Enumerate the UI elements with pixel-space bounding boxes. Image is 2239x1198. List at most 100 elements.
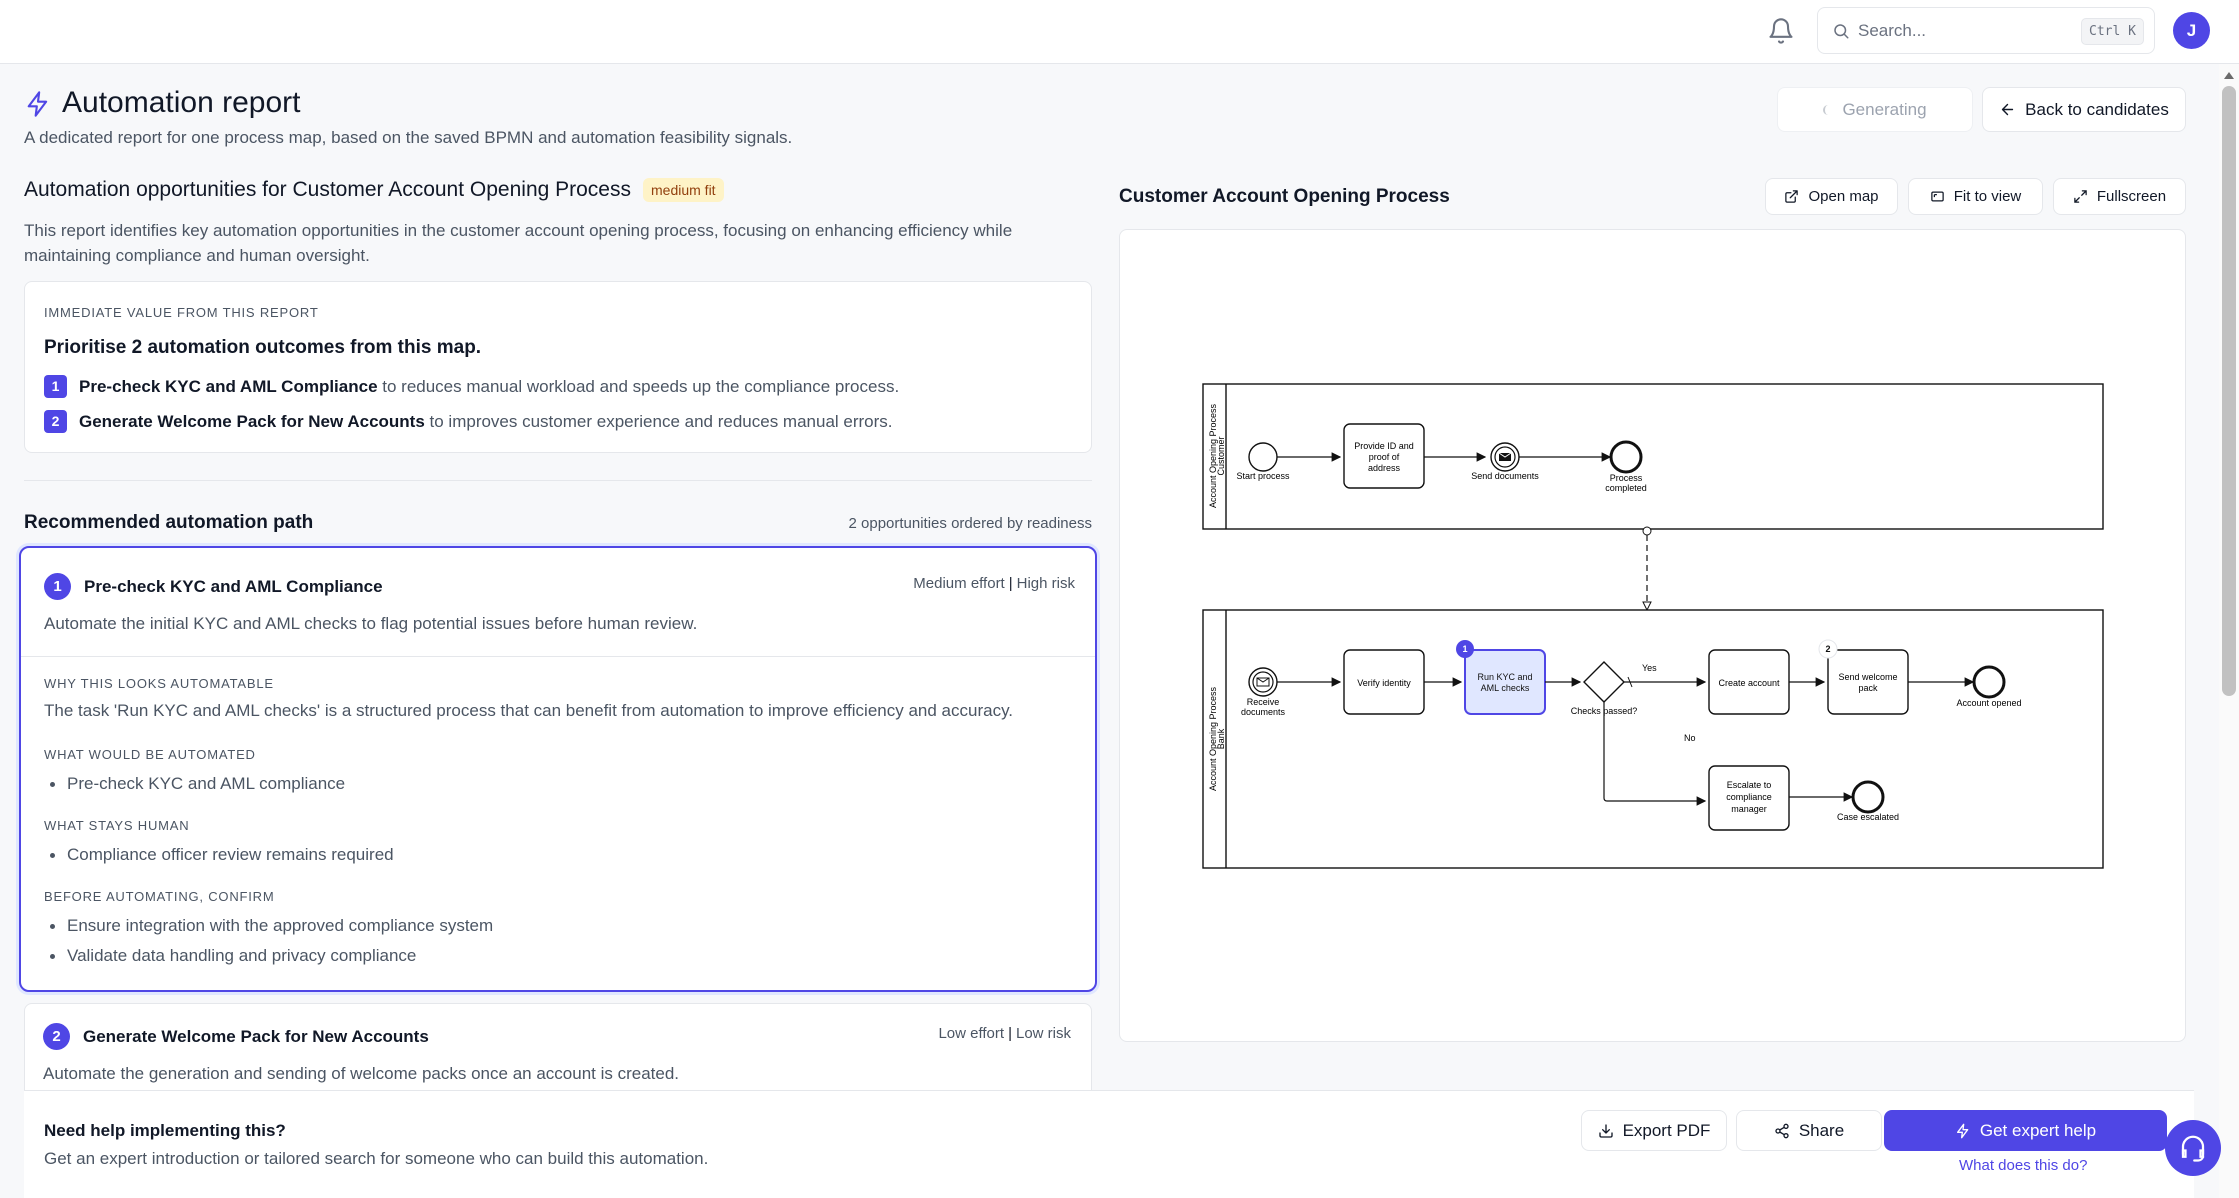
task-send-welcome-pack[interactable]: Send welcome pack 2 [1818, 639, 1909, 715]
generating-label: Generating [1842, 99, 1927, 119]
task-label: manager [1731, 804, 1767, 814]
number-badge: 2 [43, 1023, 70, 1050]
back-to-candidates-button[interactable]: Back to candidates [1982, 87, 2186, 132]
value-item-text: to reduces manual workload and speeds up… [377, 376, 900, 396]
automated-label: What would be automated [44, 747, 256, 762]
lane-label: Customer [1216, 436, 1226, 475]
value-item-title: Pre-check KYC and AML Compliance [79, 376, 378, 396]
share-icon [1775, 1123, 1789, 1138]
list-item: Validate data handling and privacy compl… [44, 946, 493, 966]
svg-text:Processcompleted: Process completed [1605, 473, 1647, 493]
open-map-label: Open map [1808, 188, 1879, 205]
open-map-button[interactable]: Open map [1765, 178, 1898, 215]
value-item: 1 Pre-check KYC and AML Compliance to re… [44, 375, 899, 398]
task-label: Verify identity [1357, 678, 1411, 688]
get-expert-help-button[interactable]: Get expert help [1884, 1110, 2167, 1151]
opportunity-description: Automate the generation and sending of w… [43, 1064, 680, 1083]
share-button[interactable]: Share [1736, 1110, 1882, 1151]
flow-label-no: No [1684, 733, 1696, 743]
confirm-section: Before automating, confirm Ensure integr… [44, 889, 493, 966]
card-divider [21, 656, 1095, 657]
task-verify-identity[interactable]: Verify identity [1343, 649, 1425, 715]
value-eyebrow: Immediate value from this report [44, 305, 319, 320]
scrollbar-thumb[interactable] [2222, 86, 2236, 696]
value-item-text: to improves customer experience and redu… [424, 411, 893, 431]
report-summary: This report identifies key automation op… [24, 221, 1013, 265]
task-label: AML checks [1481, 683, 1530, 693]
value-item-title: Generate Welcome Pack for New Accounts [79, 411, 425, 431]
list-item: Compliance officer review remains requir… [44, 845, 394, 865]
why-label: Why this looks automatable [44, 676, 274, 691]
task-provide-id[interactable]: Provide ID and proof of address [1343, 423, 1425, 489]
section-divider [24, 480, 1092, 481]
spinner-icon [1823, 104, 1833, 115]
flow-label-yes: Yes [1642, 663, 1657, 673]
why-section: Why this looks automatable The task 'Run… [44, 676, 1013, 721]
search-input[interactable]: Search... Ctrl K [1817, 7, 2155, 54]
bpmn-canvas[interactable]: Account Opening Process Customer Start p… [1119, 229, 2186, 1042]
search-shortcut: Ctrl K [2081, 18, 2144, 45]
map-title: Customer Account Opening Process [1119, 186, 1450, 207]
send-documents-label: Send documents [1471, 471, 1539, 481]
external-link-icon [1785, 190, 1799, 203]
top-bar: Search... Ctrl K J [0, 0, 2239, 64]
svg-text:Escalate tocompliancemanager: Escalate to compliance manager [1726, 780, 1772, 814]
message-flow [1642, 526, 1652, 612]
start-event-label: Start process [1236, 471, 1290, 481]
chat-widget-button[interactable] [2165, 1120, 2221, 1176]
opportunity-marker: 1 [1462, 644, 1467, 654]
opportunity-description: Automate the initial KYC and AML checks … [44, 614, 698, 633]
expert-label: Get expert help [1979, 1120, 2097, 1140]
task-label: Create account [1718, 678, 1780, 688]
end-label: Process [1610, 473, 1643, 483]
page-subtitle: A dedicated report for one process map, … [24, 128, 793, 147]
risk-label: Low risk [1015, 1025, 1071, 1042]
number-badge: 1 [44, 375, 67, 398]
export-pdf-button[interactable]: Export PDF [1581, 1110, 1727, 1151]
bell-icon[interactable] [1767, 17, 1795, 45]
pool-bank[interactable]: Account Opening Process Bank [1202, 609, 2104, 869]
scroll-up-arrow[interactable] [2224, 72, 2234, 79]
fullscreen-label: Fullscreen [2096, 188, 2167, 205]
page-title: Automation report [62, 86, 301, 119]
effort-label: Low effort [938, 1025, 1005, 1042]
task-create-account[interactable]: Create account [1708, 649, 1790, 715]
fit-to-view-button[interactable]: Fit to view [1908, 178, 2043, 215]
lightning-icon [1956, 1123, 1969, 1138]
opportunity-card-2[interactable]: 2 Generate Welcome Pack for New Accounts… [24, 1003, 1092, 1098]
help-footer: Need help implementing this? Get an expe… [24, 1090, 2194, 1198]
list-item: Ensure integration with the approved com… [44, 916, 493, 936]
confirm-label: Before automating, confirm [44, 889, 275, 904]
generating-button[interactable]: Generating [1777, 87, 1973, 132]
task-label: Run KYC and [1477, 672, 1532, 682]
fit-badge: medium fit [643, 178, 724, 202]
opportunity-title: Generate Welcome Pack for New Accounts [83, 1027, 429, 1046]
what-does-this-do-link[interactable]: What does this do? [1959, 1157, 2087, 1174]
download-icon [1598, 1123, 1613, 1138]
opportunity-title: Pre-check KYC and AML Compliance [84, 577, 383, 596]
value-headline: Prioritise 2 automation outcomes from th… [44, 337, 482, 358]
opportunity-card-1[interactable]: 1 Pre-check KYC and AML Compliance Mediu… [19, 546, 1097, 992]
task-run-kyc-aml[interactable]: Run KYC and AML checks 1 [1456, 640, 1546, 715]
end-label: completed [1605, 483, 1647, 493]
share-label: Share [1798, 1120, 1845, 1140]
event-label: documents [1241, 707, 1286, 717]
avatar[interactable]: J [2173, 12, 2210, 49]
immediate-value-card: Immediate value from this report Priorit… [24, 281, 1092, 453]
lightning-icon [24, 89, 52, 124]
effort-risk: Medium effort | High risk [913, 575, 1075, 592]
number-badge: 2 [44, 410, 67, 433]
risk-label: High risk [1016, 575, 1075, 592]
task-label: address [1368, 463, 1401, 473]
footer-description: Get an expert introduction or tailored s… [44, 1149, 709, 1168]
end-label: Case escalated [1837, 812, 1899, 822]
search-icon [1834, 24, 1849, 39]
svg-text:Run KYC andAML checks: Run KYC and AML checks [1477, 672, 1532, 693]
fullscreen-button[interactable]: Fullscreen [2053, 178, 2186, 215]
task-escalate[interactable]: Escalate to compliance manager [1708, 765, 1790, 831]
opportunity-count: 2 opportunities ordered by readiness [848, 515, 1093, 532]
chat-icon [2181, 1135, 2205, 1162]
footer-title: Need help implementing this? [44, 1121, 286, 1140]
automated-section: What would be automated Pre-check KYC an… [44, 747, 345, 794]
end-label: Account opened [1956, 698, 2021, 708]
